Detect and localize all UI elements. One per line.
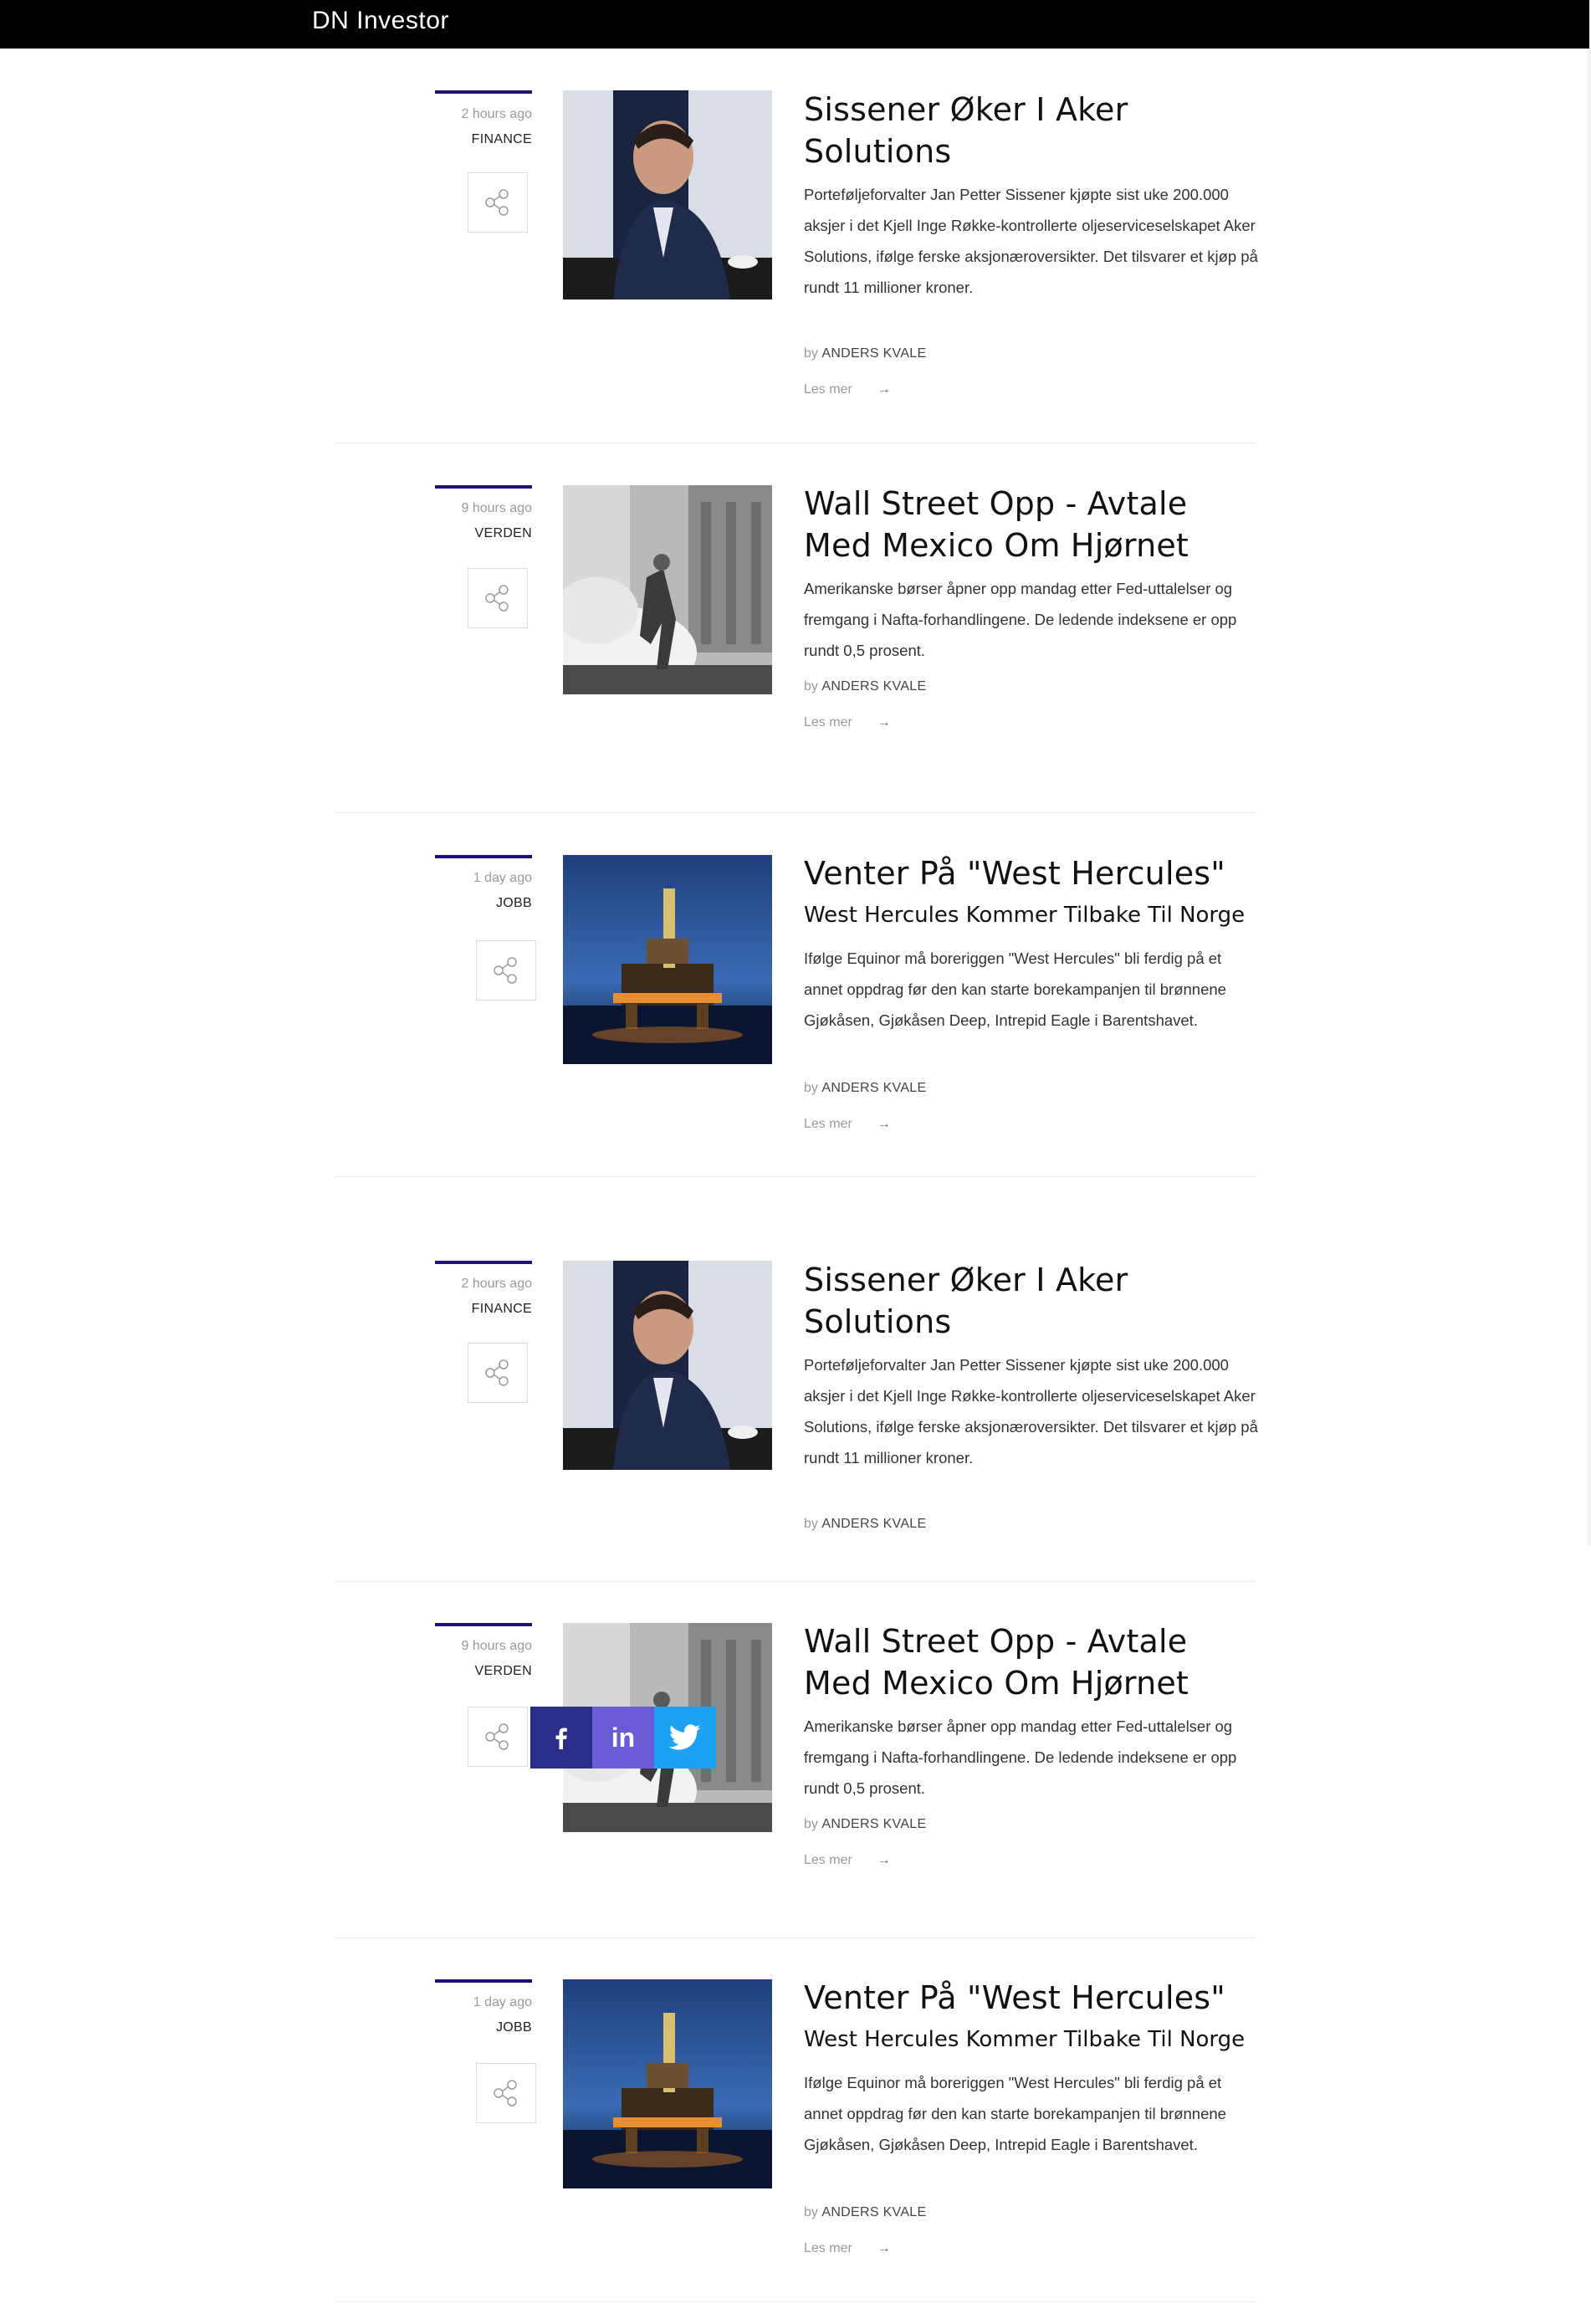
article-byline: by ANDERS KVALE <box>804 346 926 361</box>
article-title[interactable]: Sissener Øker I Aker Solutions <box>804 1259 1260 1343</box>
article-category[interactable]: JOBB <box>376 896 532 911</box>
article-time: 1 day ago <box>473 1995 532 2009</box>
twitter-share-button[interactable] <box>654 1707 716 1769</box>
read-more-link[interactable]: Les mer → <box>804 715 891 730</box>
arrow-right-icon: → <box>877 382 891 397</box>
read-more-link[interactable]: Les mer → <box>804 382 891 397</box>
arrow-right-icon: → <box>877 1853 891 1867</box>
article-time: 9 hours ago <box>461 501 532 515</box>
read-more-link[interactable]: Les mer → <box>804 1853 891 1868</box>
article-category[interactable]: FINANCE <box>376 132 532 147</box>
by-label: by <box>804 1817 818 1831</box>
scrollbar[interactable] <box>1588 49 1591 1546</box>
article-description: Porteføljeforvalter Jan Petter Sissener … <box>804 186 1258 296</box>
by-label: by <box>804 2205 818 2219</box>
arrow-right-icon: → <box>877 715 891 729</box>
article-description: Ifølge Equinor må boreriggen "West Hercu… <box>804 2074 1226 2153</box>
article-title[interactable]: Sissener Øker I Aker Solutions <box>804 89 1260 172</box>
article-byline: by ANDERS KVALE <box>804 1081 926 1096</box>
share-icon <box>494 2080 517 2106</box>
share-icon <box>485 1723 509 1750</box>
article-title[interactable]: Wall Street Opp - Avtale Med Mexico Om H… <box>804 483 1260 566</box>
article-category[interactable]: VERDEN <box>376 1664 532 1679</box>
article-category[interactable]: VERDEN <box>376 526 532 541</box>
article-image[interactable] <box>563 90 772 299</box>
by-label: by <box>804 679 818 694</box>
share-button[interactable] <box>468 568 528 628</box>
article-byline: by ANDERS KVALE <box>804 1817 926 1832</box>
arrow-right-icon: → <box>877 1117 891 1131</box>
read-more-label: Les mer <box>804 382 852 397</box>
read-more-label: Les mer <box>804 1117 852 1131</box>
article-divider <box>335 1176 1255 1177</box>
article-time: 2 hours ago <box>461 1277 532 1291</box>
share-button[interactable] <box>468 1707 528 1767</box>
article-byline: by ANDERS KVALE <box>804 2205 926 2220</box>
share-icon <box>485 585 509 612</box>
author-name[interactable]: ANDERS KVALE <box>821 346 926 361</box>
author-name[interactable]: ANDERS KVALE <box>821 1517 926 1531</box>
read-more-label: Les mer <box>804 1853 852 1867</box>
share-icon <box>485 1359 509 1386</box>
by-label: by <box>804 346 818 361</box>
by-label: by <box>804 1081 818 1095</box>
share-icon <box>494 957 517 984</box>
article-title[interactable]: Wall Street Opp - Avtale Med Mexico Om H… <box>804 1620 1260 1704</box>
article-description: Porteføljeforvalter Jan Petter Sissener … <box>804 1356 1258 1467</box>
accent-line <box>435 855 532 858</box>
read-more-link[interactable]: Les mer → <box>804 2241 891 2256</box>
author-name[interactable]: ANDERS KVALE <box>821 1817 926 1831</box>
accent-line <box>435 90 532 94</box>
accent-line <box>435 1261 532 1264</box>
linkedin-share-button[interactable]: in <box>592 1707 654 1769</box>
article-image[interactable] <box>563 855 772 1064</box>
article-description: Amerikanske børser åpner opp mandag ette… <box>804 1717 1237 1797</box>
share-button[interactable] <box>476 940 536 1001</box>
read-more-label: Les mer <box>804 715 852 729</box>
read-more-link[interactable]: Les mer → <box>804 1117 891 1132</box>
article-title[interactable]: Venter På "West Hercules" <box>804 1977 1260 2019</box>
linkedin-icon: in <box>611 1722 636 1753</box>
article-title[interactable]: Venter På "West Hercules" <box>804 852 1260 894</box>
article-byline: by ANDERS KVALE <box>804 1517 926 1532</box>
share-icon <box>485 189 509 216</box>
article-subtitle: West Hercules Kommer Tilbake Til Norge <box>804 903 1246 928</box>
article-description: Ifølge Equinor må boreriggen "West Hercu… <box>804 950 1226 1029</box>
share-button[interactable] <box>476 2063 536 2123</box>
author-name[interactable]: ANDERS KVALE <box>821 1081 926 1095</box>
twitter-icon <box>669 1724 701 1750</box>
site-title[interactable]: DN Investor <box>312 7 449 35</box>
article-image[interactable] <box>563 1261 772 1470</box>
arrow-right-icon: → <box>877 2241 891 2255</box>
author-name[interactable]: ANDERS KVALE <box>821 2205 926 2219</box>
article-divider <box>335 812 1255 813</box>
by-label: by <box>804 1517 818 1531</box>
article-divider <box>335 2301 1255 2302</box>
read-more-label: Les mer <box>804 2241 852 2255</box>
article-description: Amerikanske børser åpner opp mandag ette… <box>804 580 1237 659</box>
article-byline: by ANDERS KVALE <box>804 679 926 694</box>
article-time: 2 hours ago <box>461 107 532 121</box>
article-time: 9 hours ago <box>461 1639 532 1653</box>
article-image[interactable] <box>563 1979 772 2188</box>
share-button[interactable] <box>468 1343 528 1403</box>
article-divider <box>335 1581 1255 1582</box>
article-subtitle: West Hercules Kommer Tilbake Til Norge <box>804 2027 1246 2052</box>
accent-line <box>435 485 532 489</box>
article-category[interactable]: JOBB <box>376 2020 532 2035</box>
accent-line <box>435 1979 532 1983</box>
facebook-icon <box>555 1728 567 1749</box>
accent-line <box>435 1623 532 1626</box>
facebook-share-button[interactable] <box>530 1707 592 1769</box>
share-button[interactable] <box>468 172 528 233</box>
author-name[interactable]: ANDERS KVALE <box>821 679 926 694</box>
article-time: 1 day ago <box>473 871 532 885</box>
article-category[interactable]: FINANCE <box>376 1302 532 1317</box>
top-bar: DN Investor <box>0 0 1589 49</box>
article-image[interactable] <box>563 485 772 694</box>
